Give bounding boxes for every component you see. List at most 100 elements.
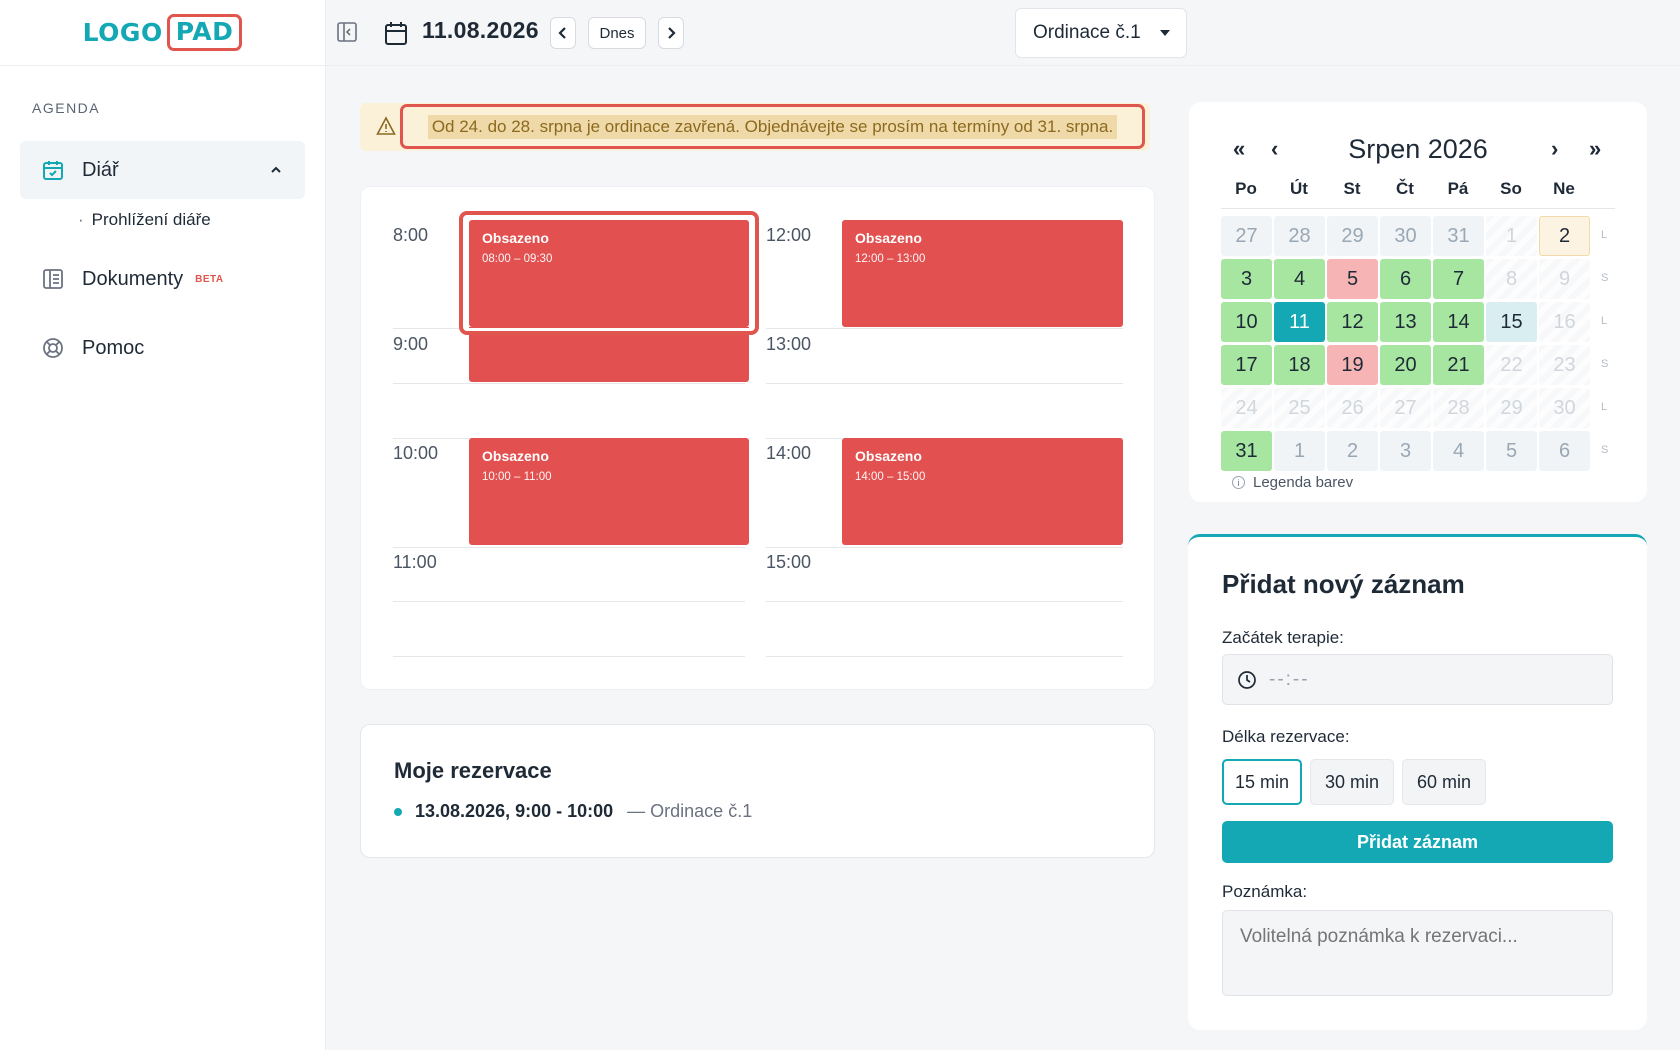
week-parity-mark: L [1601, 401, 1608, 413]
calendar-day[interactable]: 5 [1327, 259, 1378, 299]
event-time: 12:00 – 13:00 [855, 253, 926, 265]
calendar-day[interactable]: 31 [1221, 431, 1272, 471]
next-month-button[interactable]: › [1551, 136, 1558, 162]
calendar-day[interactable]: 14 [1433, 302, 1484, 342]
prev-day-button[interactable] [550, 17, 576, 49]
weekday-label: So [1500, 179, 1522, 198]
note-label: Poznámka: [1222, 882, 1308, 901]
calendar-day[interactable]: 2 [1327, 431, 1378, 471]
slot-divider [393, 656, 745, 657]
office-select[interactable]: Ordinace č.1 [1015, 8, 1187, 58]
calendar-day[interactable]: 2 [1539, 216, 1590, 256]
calendar-day[interactable]: 3 [1380, 431, 1431, 471]
event-block[interactable]: Obsazeno 14:00 – 15:00 [842, 438, 1123, 545]
time-slot-label: 12:00 [766, 225, 812, 245]
calendar-day[interactable]: 6 [1380, 259, 1431, 299]
calendar-day[interactable]: 20 [1380, 345, 1431, 385]
event-block[interactable]: Obsazeno 10:00 – 11:00 [469, 438, 749, 545]
calendar-day[interactable]: 4 [1274, 259, 1325, 299]
form-title: Přidat nový záznam [1222, 569, 1465, 599]
duration-60-button[interactable]: 60 min [1402, 759, 1486, 805]
color-legend-link[interactable]: i Legenda barev [1232, 474, 1353, 491]
event-title: Obsazeno [482, 448, 549, 464]
start-time-input[interactable]: --:-- [1222, 654, 1613, 705]
chevron-up-icon[interactable] [269, 160, 283, 183]
week-parity-mark: L [1601, 229, 1608, 241]
event-highlight [459, 211, 759, 335]
reservation-item[interactable]: 13.08.2026, 9:00 - 10:00 — Ordinace č.1 [394, 801, 752, 822]
sidebar: LOGO PAD AGENDA Diář Prohlížení diáře Do… [0, 0, 326, 1050]
duration-label: Délka rezervace: [1222, 727, 1350, 746]
calendar-day[interactable]: 7 [1433, 259, 1484, 299]
calendar-day[interactable]: 1 [1274, 431, 1325, 471]
closure-notice: Od 24. do 28. srpna je ordinace zavřená.… [360, 103, 1150, 151]
calendar-day: 1 [1486, 216, 1537, 256]
schedule-card: 8:00 9:00 10:00 11:00 12:00 13:00 14:00 … [360, 186, 1155, 690]
calendar-day[interactable]: 15 [1486, 302, 1537, 342]
current-date: 11.08.2026 [422, 17, 539, 43]
start-time-label: Začátek terapie: [1222, 628, 1344, 647]
reservation-where: — Ordinace č.1 [627, 801, 753, 821]
duration-15-button[interactable]: 15 min [1222, 759, 1302, 805]
note-textarea[interactable] [1222, 910, 1613, 996]
warning-icon [376, 116, 396, 141]
duration-30-button[interactable]: 30 min [1310, 759, 1394, 805]
calendar-day[interactable]: 3 [1221, 259, 1272, 299]
clock-icon [1238, 670, 1256, 689]
reservation-when: 13.08.2026, 9:00 - 10:00 [415, 801, 614, 821]
weekday-label: Út [1290, 179, 1308, 198]
calendar-day[interactable]: 29 [1327, 216, 1378, 256]
week-parity-mark: L [1601, 315, 1608, 327]
slot-divider [766, 547, 1123, 548]
notice-text: Od 24. do 28. srpna je ordinace zavřená.… [427, 114, 1118, 139]
calendar-day[interactable]: 18 [1274, 345, 1325, 385]
calendar-day[interactable]: 21 [1433, 345, 1484, 385]
my-reservations-card: Moje rezervace 13.08.2026, 9:00 - 10:00 … [360, 724, 1155, 858]
time-slot-label: 9:00 [393, 334, 429, 354]
lifebuoy-icon [40, 335, 66, 361]
event-block[interactable]: Obsazeno 12:00 – 13:00 [842, 220, 1123, 327]
sidebar-subitem-prohlizeni[interactable]: Prohlížení diáře [78, 210, 211, 230]
calendar-day[interactable]: 31 [1433, 216, 1484, 256]
sidebar-item-dokumenty[interactable]: Dokumenty BETA [20, 250, 305, 308]
calendar-day[interactable]: 17 [1221, 345, 1272, 385]
time-slot-label: 8:00 [393, 225, 429, 245]
slot-divider [766, 328, 1123, 329]
weekday-label: St [1343, 179, 1361, 198]
logo[interactable]: LOGO PAD [83, 14, 243, 51]
today-button[interactable]: Dnes [588, 17, 646, 49]
sidebar-toggle-icon[interactable] [336, 21, 360, 45]
calendar-day[interactable]: 4 [1433, 431, 1484, 471]
calendar-day-selected[interactable]: 11 [1274, 302, 1325, 342]
weekday-label: Pá [1447, 179, 1469, 198]
topbar: 11.08.2026 Dnes Ordinace č.1 [326, 0, 1680, 66]
calendar-day[interactable]: 10 [1221, 302, 1272, 342]
week-parity-mark: S [1601, 358, 1609, 370]
reservations-title: Moje rezervace [394, 758, 552, 783]
next-year-button[interactable]: » [1589, 136, 1601, 162]
calendar-day[interactable]: 28 [1274, 216, 1325, 256]
calendar-day[interactable]: 19 [1327, 345, 1378, 385]
calendar-day[interactable]: 27 [1221, 216, 1272, 256]
logo-area: LOGO PAD [0, 0, 325, 66]
calendar-icon [384, 20, 408, 51]
calendar-day[interactable]: 30 [1380, 216, 1431, 256]
calendar-day: 23 [1539, 345, 1590, 385]
beta-badge: BETA [195, 273, 224, 285]
time-slot-label: 14:00 [766, 443, 812, 463]
next-day-button[interactable] [658, 17, 684, 49]
time-slot-label: 15:00 [766, 552, 812, 572]
event-time: 14:00 – 15:00 [855, 471, 926, 483]
calendar-day[interactable]: 6 [1539, 431, 1590, 471]
caret-down-icon [1160, 30, 1170, 36]
calendar-day[interactable]: 5 [1486, 431, 1537, 471]
sidebar-item-label: Pomoc [82, 336, 145, 359]
calendar-day[interactable]: 13 [1380, 302, 1431, 342]
sidebar-item-pomoc[interactable]: Pomoc [20, 319, 305, 377]
event-block-extension[interactable] [469, 327, 749, 382]
sidebar-item-diar[interactable]: Diář [20, 141, 305, 199]
add-record-button[interactable]: Přidat záznam [1222, 821, 1613, 863]
bullet-dot [394, 807, 402, 816]
week-parity-mark: S [1601, 272, 1609, 284]
calendar-day[interactable]: 12 [1327, 302, 1378, 342]
